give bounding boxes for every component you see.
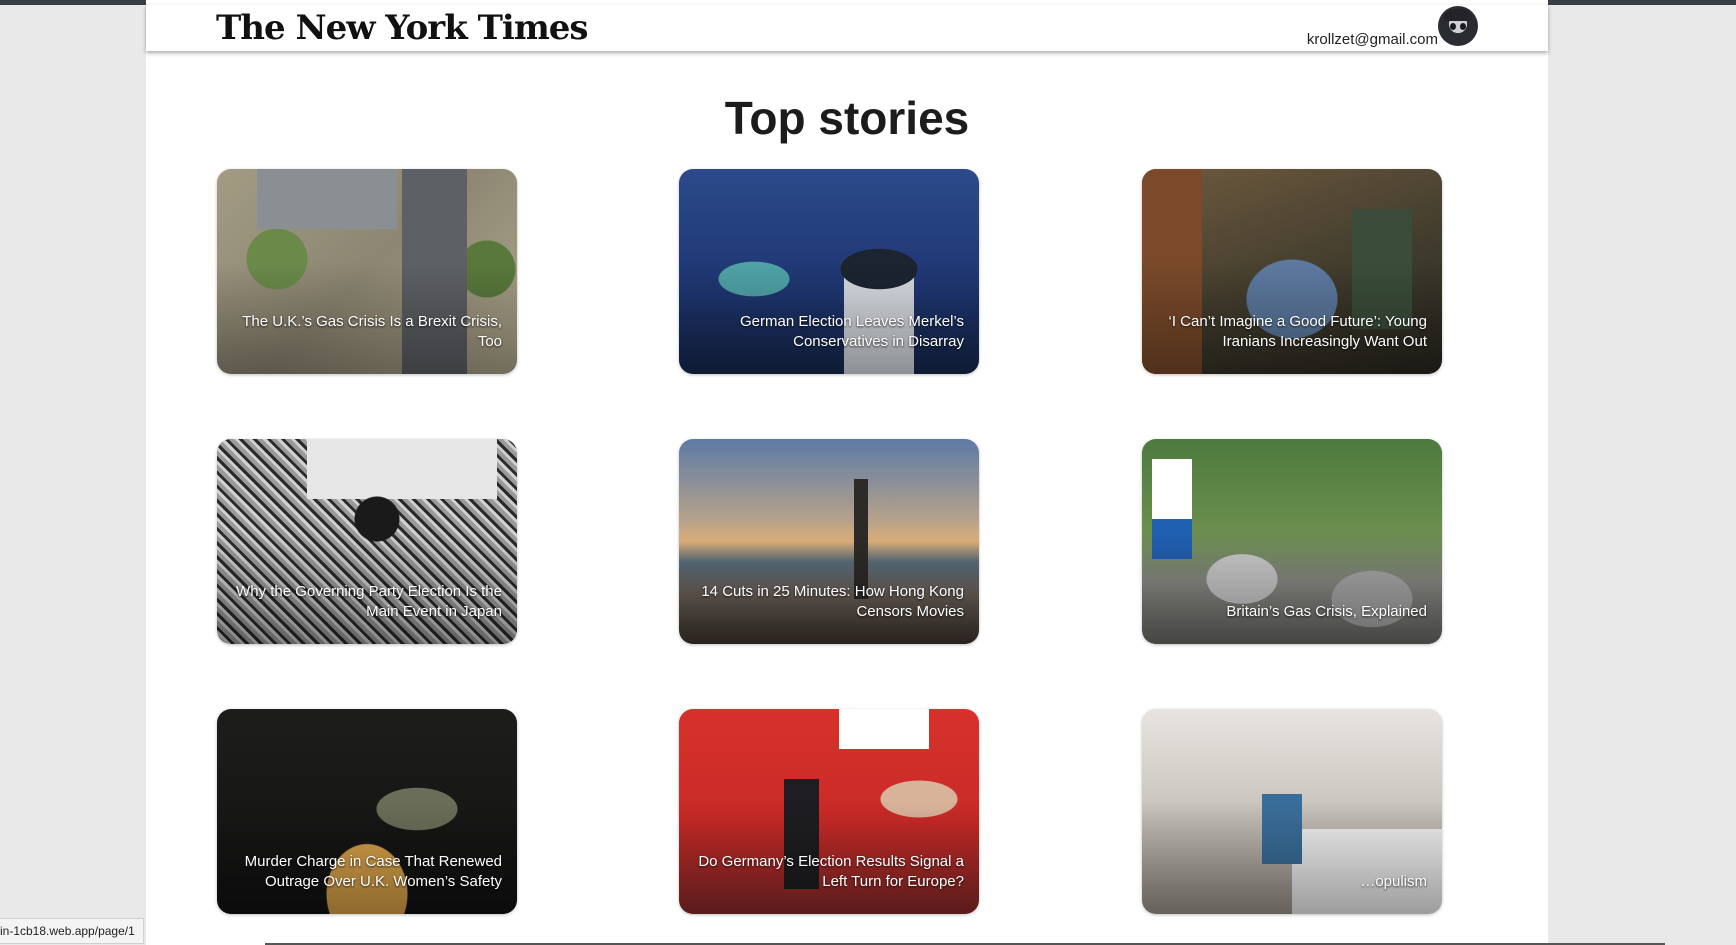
story-headline: The U.K.’s Gas Crisis Is a Brexit Crisis… <box>242 313 502 350</box>
story-headline: Murder Charge in Case That Renewed Outra… <box>244 853 502 890</box>
avatar[interactable] <box>1438 6 1478 46</box>
story-card[interactable]: Why the Governing Party Election Is the … <box>217 439 517 644</box>
status-bar-url: in-1cb18.web.app/page/1 <box>0 918 144 944</box>
story-headline: ‘I Can’t Imagine a Good Future’: Young I… <box>1168 313 1427 350</box>
story-headline: Britain’s Gas Crisis, Explained <box>1226 603 1427 620</box>
story-headline: …opulism <box>1360 873 1427 890</box>
story-headline: Do Germany’s Election Results Signal a L… <box>698 853 964 890</box>
avatar-eye <box>1450 23 1456 30</box>
avatar-eye <box>1460 23 1466 30</box>
site-header: The New York Times krollzet@gmail.com <box>146 5 1548 51</box>
story-card[interactable]: Do Germany’s Election Results Signal a L… <box>679 709 979 914</box>
page-title: Top stories <box>724 92 970 144</box>
story-card[interactable]: …opulism <box>1142 709 1442 914</box>
story-card[interactable]: The U.K.’s Gas Crisis Is a Brexit Crisis… <box>217 169 517 374</box>
story-headline: German Election Leaves Merkel’s Conserva… <box>740 313 964 350</box>
user-email: krollzet@gmail.com <box>1306 31 1438 48</box>
story-headline: Why the Governing Party Election Is the … <box>236 583 502 620</box>
story-card[interactable]: Britain’s Gas Crisis, Explained <box>1142 439 1442 644</box>
nyt-logo[interactable]: The New York Times <box>216 7 589 49</box>
story-headline: 14 Cuts in 25 Minutes: How Hong Kong Cen… <box>701 583 964 620</box>
story-card[interactable]: German Election Leaves Merkel’s Conserva… <box>679 169 979 374</box>
story-card[interactable]: Murder Charge in Case That Renewed Outra… <box>217 709 517 914</box>
story-card[interactable]: 14 Cuts in 25 Minutes: How Hong Kong Cen… <box>679 439 979 644</box>
story-card[interactable]: ‘I Can’t Imagine a Good Future’: Young I… <box>1142 169 1442 374</box>
avatar-hair <box>1444 9 1472 21</box>
